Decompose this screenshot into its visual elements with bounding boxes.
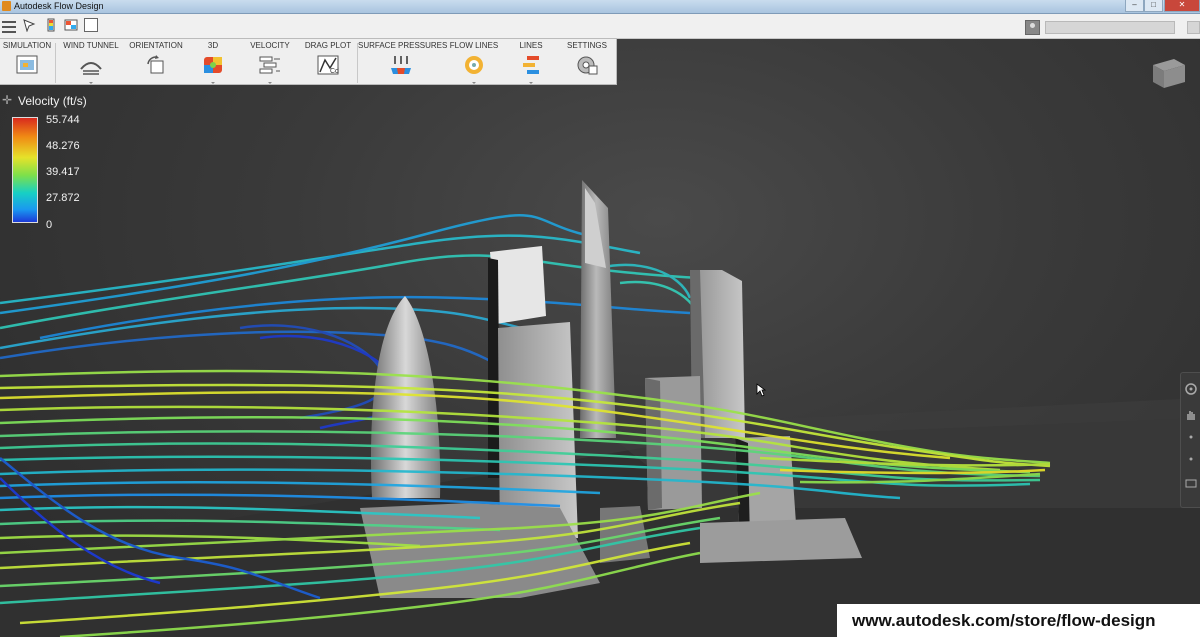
3d-icon xyxy=(204,57,222,73)
toolbar-separator xyxy=(55,43,56,83)
legend-title: Velocity (ft/s) xyxy=(18,94,87,108)
orbit-icon[interactable] xyxy=(1185,431,1197,443)
user-avatar[interactable] xyxy=(1025,20,1040,35)
simulation-viewport[interactable] xyxy=(0,38,1200,637)
dropdown-arrow-icon[interactable] xyxy=(529,82,533,84)
wind-tunnel-tool[interactable]: WIND TUNNEL xyxy=(58,39,124,85)
tool-label: WIND TUNNEL xyxy=(63,41,119,50)
watermark-url: www.autodesk.com/store/flow-design xyxy=(852,611,1156,630)
zoom-icon[interactable] xyxy=(1185,453,1197,465)
simulation-tool[interactable]: SIMULATION xyxy=(0,39,54,85)
lines-icon xyxy=(523,56,539,74)
tool-label: FLOW LINES xyxy=(449,41,499,50)
flow-lines-icon xyxy=(465,56,483,74)
close-button[interactable]: ✕ xyxy=(1164,0,1200,12)
simulation-icon xyxy=(16,55,38,74)
dropdown-arrow-icon[interactable] xyxy=(211,82,215,84)
tool-label: 3D xyxy=(207,41,219,50)
settings-tool[interactable]: SETTINGS xyxy=(558,39,616,85)
mouse-cursor-icon xyxy=(756,383,766,397)
surface-pressures-icon xyxy=(391,56,411,74)
settings-icon xyxy=(577,56,598,75)
legend-tick: 27.872 xyxy=(46,192,80,204)
dropdown-arrow-icon[interactable] xyxy=(472,82,476,84)
window-icon[interactable] xyxy=(84,18,98,32)
3d-tool[interactable]: 3D xyxy=(188,39,238,85)
orientation-tool[interactable]: ORIENTATION xyxy=(124,39,188,85)
drag-plot-tool[interactable]: DRAG PLOT Cd xyxy=(300,39,356,85)
wind-tunnel-icon xyxy=(80,62,102,75)
window-title: Autodesk Flow Design xyxy=(14,1,104,11)
sign-in-field[interactable] xyxy=(1045,21,1175,34)
fit-view-icon[interactable] xyxy=(1185,477,1197,489)
orientation-icon xyxy=(147,55,164,74)
flow-design-app: Autodesk Flow Design – □ ✕ SIMULATION WI… xyxy=(0,0,1200,637)
flow-lines-tool[interactable]: FLOW LINES xyxy=(444,39,504,85)
tool-label: ORIENTATION xyxy=(129,41,183,50)
legend-tick-max: 55.744 xyxy=(46,114,80,126)
tool-label: VELOCITY xyxy=(250,41,290,50)
view-cube[interactable] xyxy=(1150,55,1188,90)
help-button[interactable] xyxy=(1187,21,1200,34)
drag-plot-icon: Cd xyxy=(317,55,339,75)
dropdown-arrow-icon[interactable] xyxy=(89,82,93,84)
legend-icon[interactable] xyxy=(44,18,58,32)
select-icon[interactable] xyxy=(22,18,36,33)
tool-label: SIMULATION xyxy=(2,41,52,50)
title-bar[interactable]: Autodesk Flow Design – □ ✕ xyxy=(0,0,1200,14)
minimize-button[interactable]: – xyxy=(1125,0,1144,12)
dropdown-arrow-icon[interactable] xyxy=(268,82,272,84)
website-watermark: www.autodesk.com/store/flow-design xyxy=(837,604,1200,637)
city-flow-scene xyxy=(0,180,1200,637)
ribbon-toolbar: SIMULATION WIND TUNNEL ORIENTATION 3D VE… xyxy=(0,38,617,85)
navigation-bar xyxy=(1180,372,1200,508)
legend-color-bar xyxy=(12,117,38,223)
tool-label: SURFACE PRESSURES xyxy=(358,41,448,50)
compare-icon[interactable] xyxy=(64,18,78,32)
legend-tick: 48.276 xyxy=(46,140,80,152)
tool-label: LINES xyxy=(519,41,543,50)
legend-tick: 39.417 xyxy=(46,166,80,178)
legend-tick-min: 0 xyxy=(46,219,53,231)
velocity-tool[interactable]: VELOCITY xyxy=(240,39,300,85)
tool-label: DRAG PLOT xyxy=(304,41,352,50)
velocity-icon xyxy=(259,56,280,74)
lines-tool[interactable]: LINES xyxy=(504,39,558,85)
pan-hand-icon[interactable] xyxy=(1185,409,1197,421)
velocity-legend: ✛ Velocity (ft/s) 55.744 48.276 39.417 2… xyxy=(0,92,110,232)
tool-label: SETTINGS xyxy=(566,41,607,50)
maximize-button[interactable]: □ xyxy=(1144,0,1163,12)
surface-pressures-tool[interactable]: SURFACE PRESSURES xyxy=(358,39,448,85)
steering-wheel-icon[interactable] xyxy=(1185,383,1197,395)
app-logo-icon xyxy=(2,1,11,11)
move-icon[interactable]: ✛ xyxy=(2,94,12,106)
quick-access-bar xyxy=(0,14,1200,39)
hamburger-menu-icon[interactable] xyxy=(2,18,16,33)
svg-text:Cd: Cd xyxy=(330,68,339,75)
